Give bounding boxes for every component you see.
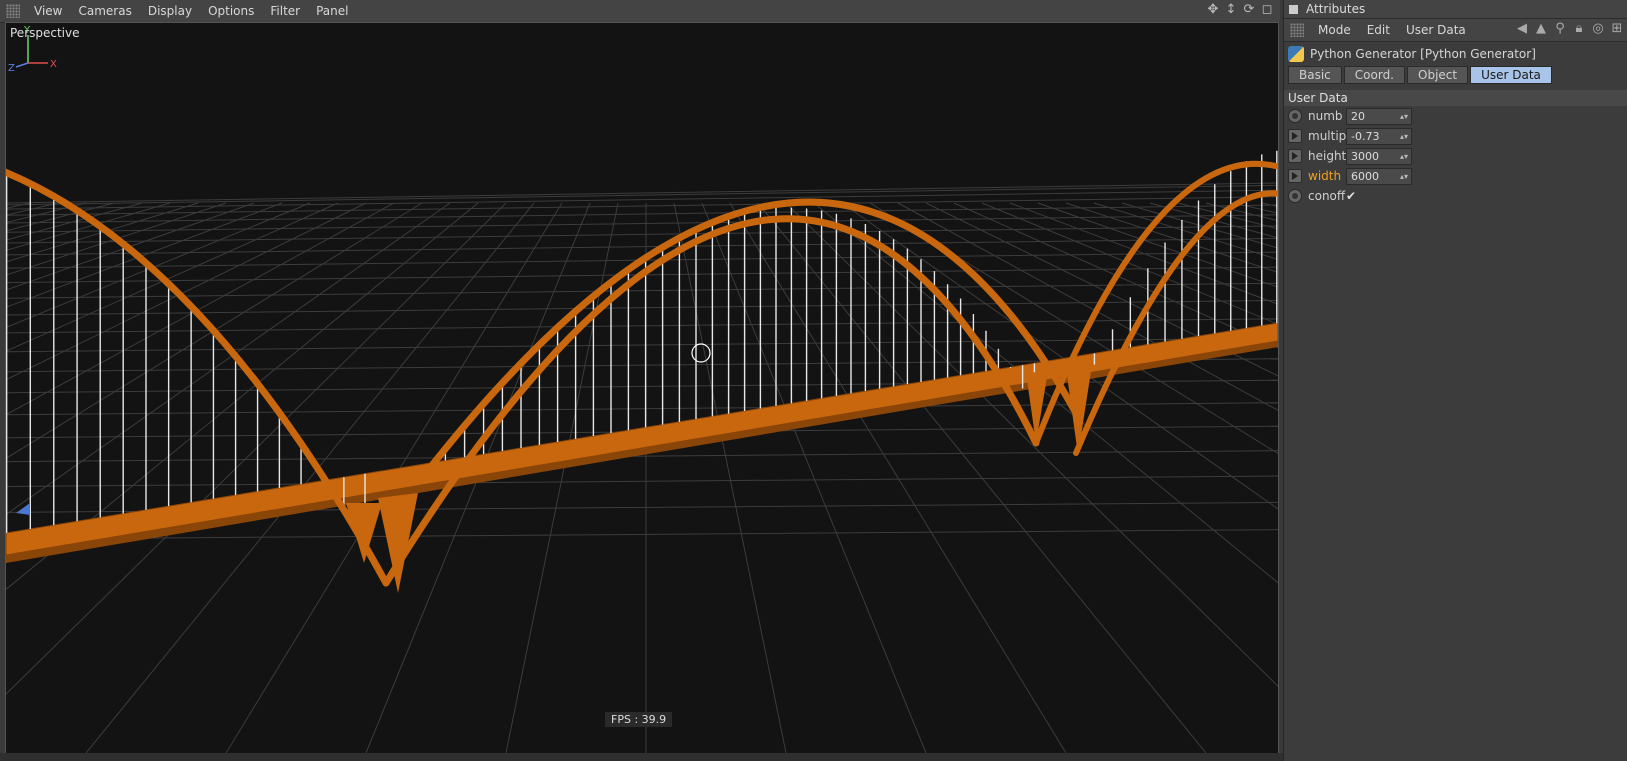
tab-object[interactable]: Object bbox=[1407, 66, 1469, 84]
search-icon[interactable]: ⚲ bbox=[1553, 20, 1567, 38]
bridge-deck bbox=[6, 322, 1278, 556]
axis-marker bbox=[16, 503, 30, 515]
menu-display[interactable]: Display bbox=[140, 4, 200, 18]
tab-basic[interactable]: Basic bbox=[1288, 66, 1342, 84]
panel-icon bbox=[1289, 4, 1298, 14]
right-arch-back bbox=[1073, 190, 1278, 456]
keyframe-icon[interactable] bbox=[1288, 189, 1302, 203]
grid-line bbox=[6, 202, 255, 291]
grid-line bbox=[6, 202, 311, 328]
attributes-title-bar: Attributes bbox=[1284, 0, 1627, 18]
grid-line bbox=[1121, 202, 1278, 249]
param-width: width 6000 ▴▾ bbox=[1284, 166, 1627, 186]
cursor-ring bbox=[691, 343, 711, 363]
dolly-view-icon[interactable]: ↕ bbox=[1224, 2, 1238, 18]
numb-field[interactable]: 20 ▴▾ bbox=[1346, 107, 1412, 125]
grid-line bbox=[701, 202, 927, 753]
menu-panel[interactable]: Panel bbox=[308, 4, 356, 18]
width-field[interactable]: 6000 ▴▾ bbox=[1346, 167, 1412, 185]
new-panel-icon[interactable]: ⊞ bbox=[1610, 20, 1624, 38]
animate-icon[interactable] bbox=[1288, 169, 1302, 183]
pier-spike bbox=[346, 503, 382, 563]
menu-cameras[interactable]: Cameras bbox=[70, 4, 139, 18]
menu-filter[interactable]: Filter bbox=[262, 4, 308, 18]
grid-line bbox=[1261, 202, 1278, 208]
up-arrow-icon[interactable]: ▲ bbox=[1534, 20, 1548, 38]
param-conoff: conoff ✔ bbox=[1284, 186, 1627, 206]
rotate-view-icon[interactable]: ⟳ bbox=[1242, 2, 1256, 18]
grid-line bbox=[6, 202, 115, 232]
grid-line bbox=[6, 402, 1278, 416]
3d-viewport[interactable]: Perspective Y X Z bbox=[5, 22, 1279, 754]
object-header: Python Generator [Python Generator] bbox=[1284, 42, 1627, 66]
param-numb: numb 20 ▴▾ bbox=[1284, 106, 1627, 126]
param-label: multip bbox=[1308, 129, 1347, 143]
param-label: conoff bbox=[1308, 189, 1346, 203]
menu-mode[interactable]: Mode bbox=[1310, 23, 1359, 37]
python-icon bbox=[1288, 46, 1304, 62]
grid-line bbox=[6, 202, 143, 241]
grid-line bbox=[6, 337, 1278, 353]
height-field[interactable]: 3000 ▴▾ bbox=[1346, 147, 1412, 165]
param-label: width bbox=[1308, 169, 1342, 183]
section-header[interactable]: User Data bbox=[1284, 90, 1627, 106]
bridge-scene[interactable] bbox=[6, 23, 1278, 753]
param-label: numb bbox=[1308, 109, 1343, 123]
attributes-title: Attributes bbox=[1306, 2, 1366, 16]
menu-view[interactable]: View bbox=[26, 4, 70, 18]
attributes-toolbar: ◀ ▲ ⚲ 🔒︎ ◎ ⊞ bbox=[1515, 20, 1624, 38]
animate-icon[interactable] bbox=[1288, 129, 1302, 143]
attributes-panel: Attributes Mode Edit User Data ◀ ▲ ⚲ 🔒︎ … bbox=[1283, 0, 1627, 761]
grid-line bbox=[6, 282, 1278, 299]
menu-options[interactable]: Options bbox=[200, 4, 262, 18]
axis-gizmo: Y X Z bbox=[8, 25, 57, 74]
keyframe-icon[interactable] bbox=[1288, 109, 1302, 123]
tab-coord[interactable]: Coord. bbox=[1343, 66, 1405, 84]
axis-y-label: Y bbox=[23, 25, 31, 36]
back-arrow-icon[interactable]: ◀ bbox=[1515, 20, 1529, 38]
param-multip: multip -0.73 ▴▾ bbox=[1284, 126, 1627, 146]
fps-readout: FPS : 39.9 bbox=[605, 712, 673, 727]
tab-user-data[interactable]: User Data bbox=[1470, 66, 1552, 84]
lock-icon[interactable]: 🔒︎ bbox=[1572, 20, 1586, 38]
grid-line bbox=[6, 202, 59, 216]
grid-line bbox=[6, 529, 1278, 540]
grid-line bbox=[6, 202, 367, 381]
menu-user-data[interactable]: User Data bbox=[1398, 23, 1474, 37]
menu-edit[interactable]: Edit bbox=[1359, 23, 1398, 37]
axis-z-label: Z bbox=[8, 63, 15, 74]
grid-line bbox=[6, 475, 1278, 488]
grid-line bbox=[6, 202, 283, 308]
grip-icon[interactable] bbox=[1290, 23, 1304, 37]
grid-line bbox=[6, 202, 227, 276]
grid-line bbox=[1233, 202, 1278, 214]
move-view-icon[interactable]: ✥ bbox=[1206, 2, 1220, 18]
target-icon[interactable]: ◎ bbox=[1591, 20, 1605, 38]
object-name: Python Generator [Python Generator] bbox=[1310, 47, 1536, 61]
maximize-view-icon[interactable]: ◻ bbox=[1260, 2, 1274, 18]
grip-icon[interactable] bbox=[6, 4, 20, 18]
attribute-tabs: Basic Coord. Object User Data bbox=[1284, 66, 1627, 84]
axis-x-label: X bbox=[50, 59, 57, 70]
grid-line bbox=[673, 202, 787, 753]
viewport-nav-icons: ✥ ↕ ⟳ ◻ bbox=[1206, 2, 1274, 18]
param-height: height 3000 ▴▾ bbox=[1284, 146, 1627, 166]
multip-field[interactable]: -0.73 ▴▾ bbox=[1346, 127, 1412, 145]
viewport-menubar: View Cameras Display Options Filter Pane… bbox=[0, 0, 1280, 23]
animate-icon[interactable] bbox=[1288, 149, 1302, 163]
grid-line bbox=[6, 184, 1278, 206]
grid-line bbox=[1149, 202, 1278, 239]
conoff-checkbox[interactable]: ✔ bbox=[1346, 190, 1357, 202]
param-label: height bbox=[1308, 149, 1347, 163]
pier-spike bbox=[1066, 365, 1092, 455]
grid-line bbox=[1205, 202, 1278, 222]
